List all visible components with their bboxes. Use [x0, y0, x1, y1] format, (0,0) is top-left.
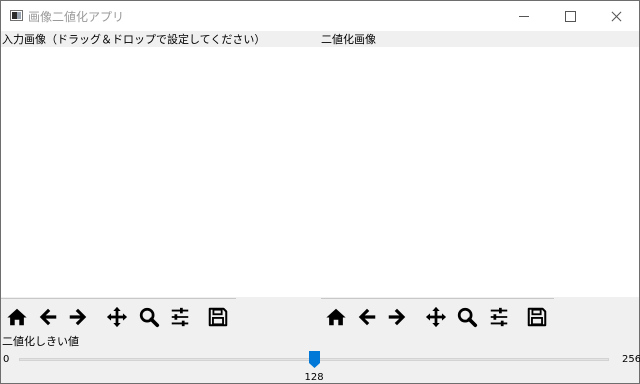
left-pan-button[interactable] [104, 304, 130, 330]
pan-icon [106, 306, 128, 328]
back-arrow-icon [39, 308, 57, 326]
left-home-button[interactable] [4, 304, 30, 330]
forward-arrow-icon [388, 308, 406, 326]
title-bar[interactable]: 画像二値化アプリ [1, 1, 639, 31]
app-icon [10, 10, 23, 21]
maximize-button[interactable] [547, 1, 593, 31]
right-home-button[interactable] [323, 304, 349, 330]
threshold-label: 二値化しきい値 [2, 335, 79, 348]
left-zoom-button[interactable] [136, 304, 162, 330]
back-arrow-icon [358, 308, 376, 326]
minimize-button[interactable] [501, 1, 547, 31]
right-back-button[interactable] [354, 304, 380, 330]
right-zoom-button[interactable] [454, 304, 480, 330]
right-save-button[interactable] [524, 304, 550, 330]
home-icon [326, 308, 346, 326]
left-save-button[interactable] [205, 304, 231, 330]
pan-icon [425, 306, 447, 328]
save-icon [527, 307, 547, 327]
close-button[interactable] [593, 1, 639, 31]
threshold-value: 128 [304, 372, 324, 383]
slider-min-label: 0 [3, 354, 10, 365]
window-title: 画像二値化アプリ [28, 10, 125, 24]
configure-subplots-icon [171, 307, 189, 327]
slider-max-label: 256 [622, 354, 640, 365]
right-configure-button[interactable] [486, 304, 512, 330]
save-icon [208, 307, 228, 327]
app-window: 画像二値化アプリ 入力画像（ドラッグ＆ドロップで設定してください） 二値化画像 [0, 0, 640, 384]
binary-image-label: 二値化画像 [321, 33, 376, 46]
right-forward-button[interactable] [384, 304, 410, 330]
toolbar-divider-left [1, 298, 236, 299]
zoom-icon [139, 307, 160, 328]
threshold-slider-thumb[interactable] [308, 351, 320, 368]
left-forward-button[interactable] [65, 304, 91, 330]
left-configure-button[interactable] [167, 304, 193, 330]
right-pan-button[interactable] [423, 304, 449, 330]
forward-arrow-icon [69, 308, 87, 326]
home-icon [7, 308, 27, 326]
input-image-label: 入力画像（ドラッグ＆ドロップで設定してください） [2, 33, 266, 46]
zoom-icon [457, 307, 478, 328]
configure-subplots-icon [490, 307, 508, 327]
left-back-button[interactable] [35, 304, 61, 330]
image-canvas-area[interactable] [1, 47, 639, 297]
toolbar-divider-right [321, 298, 554, 299]
